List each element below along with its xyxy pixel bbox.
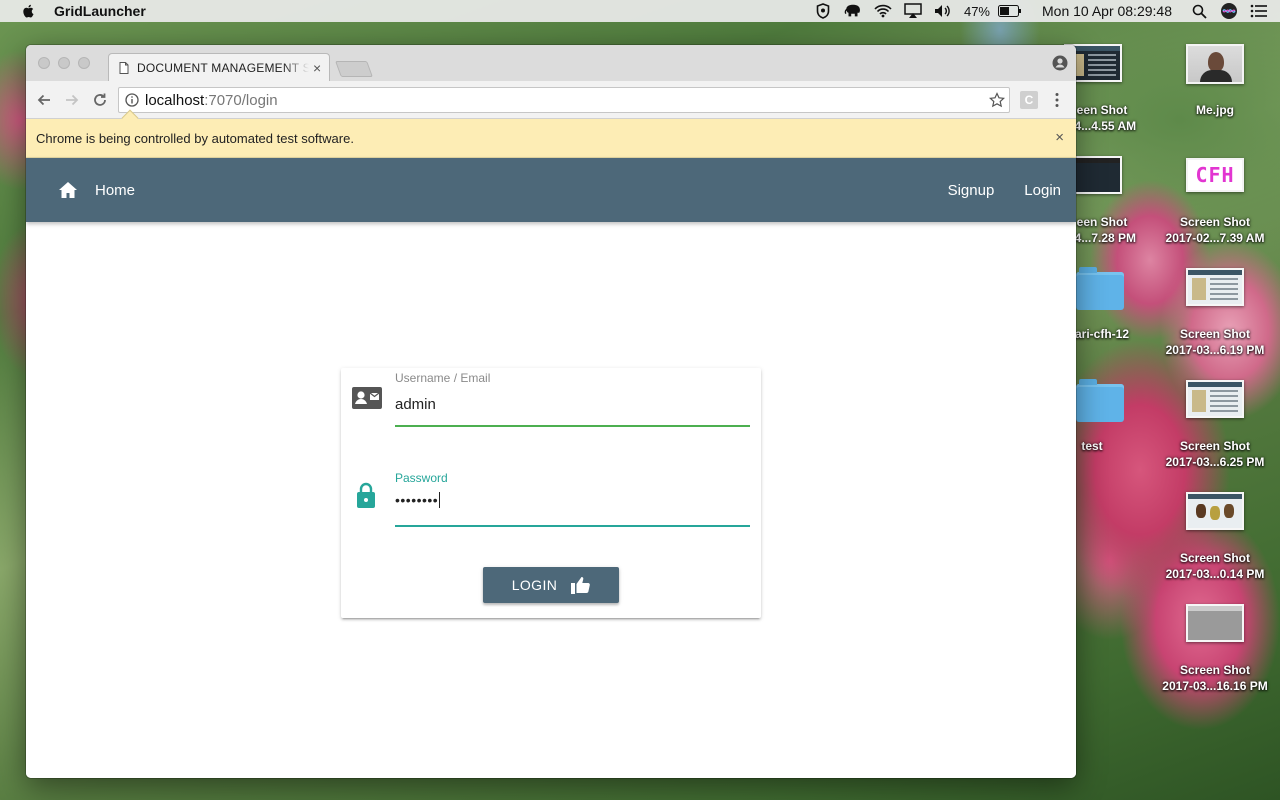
folder-icon[interactable] — [1076, 267, 1124, 310]
password-input[interactable]: •••••••• — [395, 492, 441, 508]
new-tab-button[interactable] — [335, 61, 373, 77]
zoom-window-button[interactable] — [78, 57, 90, 69]
desktop-item-screenshot-5[interactable]: Screen Shot 2017-03...6.25 PM — [1155, 438, 1275, 470]
login-button-label: LOGIN — [511, 577, 558, 593]
url-path: :7070/login — [204, 91, 278, 109]
username-underline — [395, 425, 750, 427]
desktop-item-me-jpg[interactable]: Me.jpg — [1155, 102, 1275, 118]
tab-active[interactable]: DOCUMENT MANAGEMENT SYSTEM × — [108, 53, 330, 81]
screenshot-thumbnail[interactable] — [1186, 604, 1244, 642]
spotlight-search-icon[interactable] — [1190, 3, 1208, 19]
automation-infobar: Chrome is being controlled by automated … — [26, 109, 1076, 158]
browser-window: DOCUMENT MANAGEMENT SYSTEM × localhost:7… — [26, 45, 1076, 778]
cfh-logo-text: CFH — [1195, 163, 1235, 187]
text-caret — [439, 492, 441, 508]
photo-thumbnail[interactable] — [1186, 44, 1244, 84]
nav-login-link[interactable]: Login — [1024, 182, 1061, 199]
login-card: Username / Email admin Password ••••••••… — [341, 368, 761, 618]
lock-icon — [357, 482, 375, 508]
app-name[interactable]: GridLauncher — [54, 3, 146, 19]
profile-icon[interactable] — [1052, 55, 1068, 71]
reload-icon[interactable] — [92, 92, 108, 108]
more-options-icon[interactable] — [1054, 92, 1060, 108]
extension-icon[interactable]: C — [1020, 91, 1038, 109]
screenshot-thumbnail[interactable] — [1186, 380, 1244, 418]
desktop-item-screenshot-4[interactable]: Screen Shot 2017-03...6.19 PM — [1155, 326, 1275, 358]
elephant-icon[interactable] — [844, 3, 862, 19]
battery-icon[interactable] — [998, 3, 1022, 19]
forward-arrow-icon[interactable] — [64, 92, 80, 108]
password-underline — [395, 525, 750, 527]
desktop-item-screenshot-7[interactable]: Screen Shot 2017-03...16.16 PM — [1153, 662, 1277, 694]
shield-icon[interactable] — [814, 3, 832, 19]
screenshot-thumbnail[interactable] — [1186, 492, 1244, 530]
app-navbar: Home Signup Login — [26, 158, 1076, 222]
window-controls — [38, 57, 90, 69]
url-host: localhost — [145, 91, 205, 109]
notification-center-icon[interactable] — [1250, 3, 1268, 19]
minimize-window-button[interactable] — [58, 57, 70, 69]
document-icon — [119, 61, 129, 74]
apple-menu-icon[interactable] — [22, 4, 34, 18]
tab-strip: DOCUMENT MANAGEMENT SYSTEM × — [26, 45, 1076, 81]
web-page: Home Signup Login Username / Email admin — [26, 158, 1076, 778]
contact-card-icon — [352, 387, 382, 409]
bookmark-star-icon[interactable] — [989, 92, 1005, 108]
tab-close-icon[interactable]: × — [313, 61, 321, 75]
nav-home-label: Home — [95, 181, 136, 199]
infobar-close-icon[interactable]: × — [1055, 130, 1064, 145]
menu-clock[interactable]: Mon 10 Apr 08:29:48 — [1042, 3, 1172, 19]
volume-icon[interactable] — [934, 3, 952, 19]
thumbs-up-icon — [571, 577, 591, 594]
password-mask: •••••••• — [395, 492, 439, 508]
browser-toolbar: localhost:7070/login C — [26, 81, 1076, 119]
desktop-item-screenshot-6[interactable]: Screen Shot 2017-03...0.14 PM — [1155, 550, 1275, 582]
infobar-message: Chrome is being controlled by automated … — [36, 130, 354, 146]
folder-icon[interactable] — [1076, 379, 1124, 422]
home-icon — [59, 182, 77, 198]
desktop-item-screenshot-3[interactable]: Screen Shot 2017-02...7.39 AM — [1155, 214, 1275, 246]
siri-icon[interactable] — [1220, 3, 1238, 19]
menu-bar: GridLauncher 47% Mon 10 Apr 08:29:48 — [0, 0, 1280, 22]
info-icon[interactable] — [125, 93, 139, 107]
username-input[interactable]: admin — [395, 396, 436, 413]
screenshot-thumbnail[interactable] — [1186, 268, 1244, 306]
cfh-logo-thumbnail[interactable]: CFH — [1186, 158, 1244, 192]
password-label: Password — [395, 471, 448, 485]
airplay-icon[interactable] — [904, 3, 922, 19]
wifi-icon[interactable] — [874, 3, 892, 19]
battery-percent: 47% — [963, 3, 990, 19]
username-label: Username / Email — [395, 371, 491, 385]
close-window-button[interactable] — [38, 57, 50, 69]
tab-title: DOCUMENT MANAGEMENT SYSTEM — [137, 60, 309, 75]
back-arrow-icon[interactable] — [36, 92, 52, 108]
login-button[interactable]: LOGIN — [483, 567, 619, 603]
nav-signup-link[interactable]: Signup — [948, 182, 995, 199]
nav-home-link[interactable]: Home — [58, 158, 135, 222]
address-bar[interactable]: localhost:7070/login — [118, 87, 1010, 113]
